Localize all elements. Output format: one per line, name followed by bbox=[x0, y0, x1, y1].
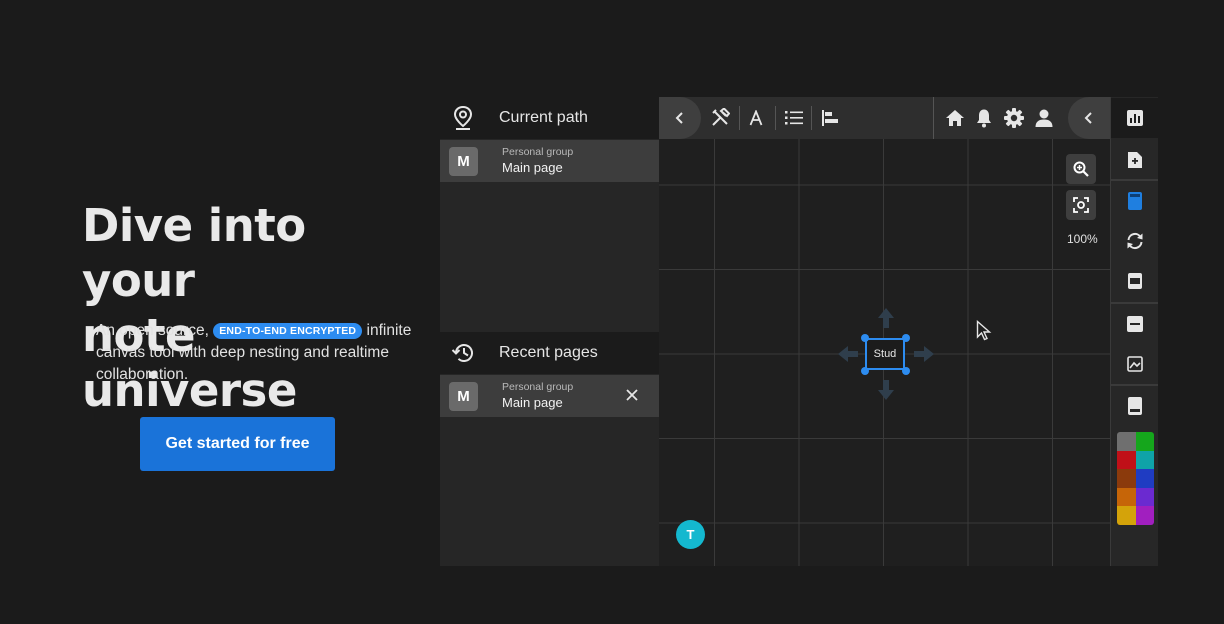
zoom-in-icon[interactable] bbox=[1066, 154, 1096, 184]
zoom-level: 100% bbox=[1067, 232, 1098, 246]
color-swatch[interactable] bbox=[1135, 432, 1154, 451]
container-icon[interactable] bbox=[1111, 261, 1158, 301]
history-icon bbox=[440, 341, 486, 365]
toolbar-divider bbox=[933, 97, 934, 139]
image-icon[interactable] bbox=[1111, 344, 1158, 384]
app-preview: Current path M Personal group Main page … bbox=[440, 97, 1158, 566]
encryption-badge: END-TO-END ENCRYPTED bbox=[213, 323, 363, 339]
current-path-page-item[interactable]: M Personal group Main page bbox=[440, 140, 659, 182]
recent-page-item[interactable]: M Personal group Main page bbox=[440, 375, 659, 417]
user-icon[interactable] bbox=[1031, 97, 1057, 139]
chevron-left-icon[interactable] bbox=[659, 97, 701, 139]
tools-icon[interactable] bbox=[707, 97, 733, 139]
page-name: Main page bbox=[502, 395, 563, 410]
home-icon[interactable] bbox=[942, 97, 968, 139]
color-swatch[interactable] bbox=[1117, 487, 1136, 506]
canvas-toolbar bbox=[659, 97, 1110, 139]
color-swatch[interactable] bbox=[1135, 487, 1154, 506]
infinite-canvas[interactable]: 100% Stud T bbox=[659, 97, 1110, 566]
page-group: Personal group bbox=[502, 146, 574, 158]
color-swatch[interactable] bbox=[1117, 432, 1136, 451]
hero-desc-part1: An open source, bbox=[96, 322, 209, 339]
minus-box-icon[interactable] bbox=[1111, 304, 1158, 344]
color-swatch[interactable] bbox=[1135, 506, 1154, 525]
recent-pages-label: Recent pages bbox=[499, 344, 598, 361]
location-pin-icon bbox=[440, 105, 486, 131]
left-panel: Current path M Personal group Main page … bbox=[440, 97, 659, 566]
fit-view-icon[interactable] bbox=[1066, 190, 1096, 220]
page-group: Personal group bbox=[502, 381, 574, 393]
chart-icon[interactable] bbox=[1111, 98, 1158, 138]
align-left-icon[interactable] bbox=[817, 97, 843, 139]
cursor-icon bbox=[976, 320, 992, 341]
sync-icon[interactable] bbox=[1111, 221, 1158, 261]
text-icon[interactable] bbox=[745, 97, 767, 139]
current-path-header: Current path bbox=[440, 97, 659, 139]
current-path-label: Current path bbox=[499, 109, 588, 126]
canvas-note-node[interactable]: Stud bbox=[865, 338, 905, 370]
collapse-sidebar-icon[interactable] bbox=[1068, 97, 1110, 139]
note-icon[interactable] bbox=[1111, 181, 1158, 221]
resize-handle[interactable] bbox=[861, 367, 869, 375]
toolbar-divider bbox=[811, 106, 812, 130]
resize-handle[interactable] bbox=[902, 367, 910, 375]
card-icon[interactable] bbox=[1111, 386, 1158, 426]
hero-description: An open source, END-TO-END ENCRYPTED inf… bbox=[96, 320, 416, 386]
toolbar-divider bbox=[739, 106, 740, 130]
resize-handle[interactable] bbox=[902, 334, 910, 342]
recent-pages-header: Recent pages bbox=[440, 332, 659, 374]
collaborator-avatar[interactable]: T bbox=[676, 520, 705, 549]
page-text: Personal group Main page bbox=[502, 381, 573, 411]
resize-handle[interactable] bbox=[861, 334, 869, 342]
group-avatar: M bbox=[449, 381, 478, 411]
group-avatar: M bbox=[449, 146, 478, 176]
toolbar-divider bbox=[775, 106, 776, 130]
color-swatch[interactable] bbox=[1117, 469, 1136, 488]
color-swatch[interactable] bbox=[1135, 469, 1154, 488]
color-swatch[interactable] bbox=[1117, 450, 1136, 469]
color-palette bbox=[1117, 432, 1154, 525]
new-page-icon[interactable] bbox=[1111, 140, 1158, 180]
page-text: Personal group Main page bbox=[502, 146, 573, 176]
close-icon[interactable] bbox=[623, 386, 641, 409]
page-name: Main page bbox=[502, 160, 563, 175]
hero-title-line1: Dive into your bbox=[82, 199, 306, 307]
hero-section: Dive into your note universe An open sou… bbox=[0, 0, 440, 624]
right-toolbar bbox=[1110, 97, 1158, 566]
list-icon[interactable] bbox=[781, 97, 807, 139]
get-started-button[interactable]: Get started for free bbox=[140, 417, 335, 471]
color-swatch[interactable] bbox=[1135, 450, 1154, 469]
bell-icon[interactable] bbox=[972, 97, 996, 139]
color-swatch[interactable] bbox=[1117, 506, 1136, 525]
gear-icon[interactable] bbox=[1001, 97, 1027, 139]
